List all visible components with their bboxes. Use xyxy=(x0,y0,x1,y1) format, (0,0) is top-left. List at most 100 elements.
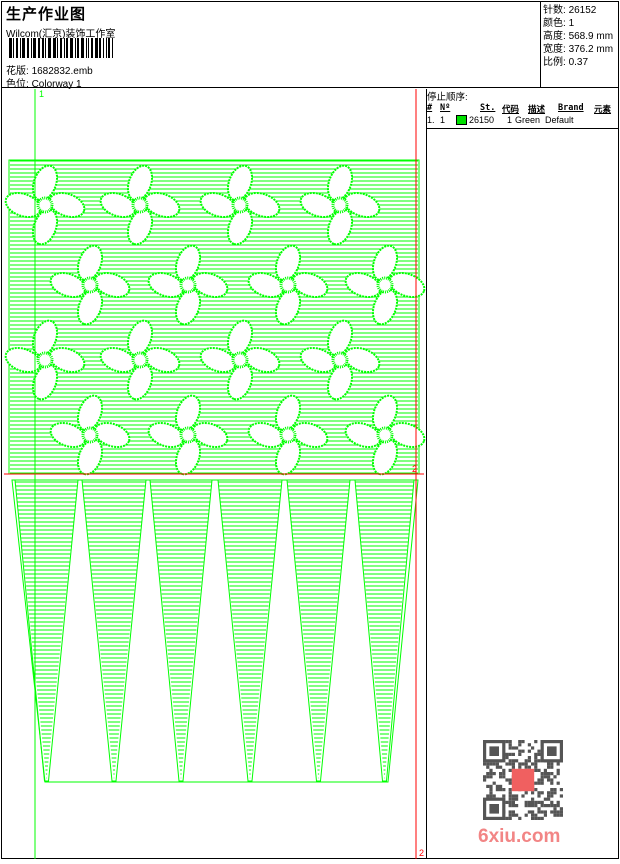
qr-module xyxy=(537,781,541,785)
col-index: # xyxy=(427,103,433,113)
stop-sequence-title: 停止顺序: xyxy=(427,92,468,103)
qr-module xyxy=(543,775,547,779)
qr-module xyxy=(489,791,493,795)
qr-module xyxy=(540,781,544,785)
qr-module xyxy=(534,813,538,817)
qr-module xyxy=(534,759,538,763)
stat-scale: 比例: 0.37 xyxy=(543,57,589,68)
stop-sequence-panel: 停止顺序: # Nº St. 代码 描述 Brand 元素 1. 1 26150… xyxy=(427,89,619,125)
qr-module xyxy=(511,797,515,801)
qr-module xyxy=(511,746,515,750)
qr-module xyxy=(511,765,515,769)
qr-module xyxy=(540,810,544,814)
stats-panel: 针数: 26152 颜色: 1 高度: 568.9 mm 宽度: 376.2 m… xyxy=(541,1,619,88)
flower-center xyxy=(376,276,394,294)
qr-module xyxy=(518,743,522,747)
barcode-bar xyxy=(70,38,73,58)
flower-center xyxy=(179,276,197,294)
qr-module xyxy=(553,788,557,792)
qr-module xyxy=(559,810,563,814)
qr-module xyxy=(534,788,538,792)
qr-module xyxy=(508,778,512,782)
qr-module xyxy=(550,804,554,808)
qr-module xyxy=(502,788,506,792)
stat-width: 宽度: 376.2 mm xyxy=(543,44,614,55)
triangle-stripes xyxy=(82,481,146,779)
qr-module xyxy=(543,768,547,772)
row-index: 1. xyxy=(427,115,435,125)
qr-module xyxy=(492,762,496,766)
qr-module xyxy=(556,813,560,817)
flower-center xyxy=(81,426,99,444)
qr-module xyxy=(553,775,557,779)
qr-module xyxy=(505,752,509,756)
qr-module xyxy=(518,749,522,753)
qr-module xyxy=(499,788,503,792)
row-brand: Default xyxy=(545,115,574,125)
qr-module xyxy=(547,772,551,776)
qr-module xyxy=(524,791,528,795)
barcode-bar xyxy=(42,38,44,58)
qr-module xyxy=(499,765,503,769)
qr-module xyxy=(502,768,506,772)
qr-module xyxy=(508,752,512,756)
col-element: 元素 xyxy=(594,105,612,115)
qr-module xyxy=(489,788,493,792)
qr-module xyxy=(537,816,541,820)
qr-module xyxy=(524,800,528,804)
flower-center xyxy=(179,426,197,444)
qr-module xyxy=(511,759,515,763)
qr-module xyxy=(508,791,512,795)
flower-center xyxy=(36,196,54,214)
barcode-bar xyxy=(33,38,36,58)
qr-module xyxy=(524,765,528,769)
qr-module xyxy=(505,800,509,804)
qr-module xyxy=(534,768,538,772)
qr-module xyxy=(531,810,535,814)
qr-module xyxy=(508,781,512,785)
qr-module xyxy=(508,800,512,804)
triangle-stripes xyxy=(150,481,212,779)
barcode-bar xyxy=(64,38,65,58)
border-outline xyxy=(11,479,419,783)
qr-module xyxy=(508,743,512,747)
barcode-bar xyxy=(95,38,98,58)
qr-module xyxy=(550,810,554,814)
flower-center xyxy=(81,276,99,294)
barcode-bar xyxy=(27,38,29,58)
qr-module xyxy=(531,797,535,801)
seal-stamp xyxy=(511,768,535,792)
qr-module xyxy=(502,775,506,779)
qr-module xyxy=(499,784,503,788)
qr-module xyxy=(502,772,506,776)
table-row[interactable]: 1. 1 26150 1 Green Default xyxy=(427,115,619,125)
barcode-bar xyxy=(38,38,40,58)
qr-module xyxy=(489,772,493,776)
qr-module xyxy=(547,775,551,779)
qr-module xyxy=(547,797,551,801)
start-marker: 1 xyxy=(39,89,44,99)
qr-module xyxy=(508,804,512,808)
qr-module xyxy=(531,762,535,766)
design-preview: 1 2 2 xyxy=(1,89,427,859)
qr-module xyxy=(537,807,541,811)
qr-module xyxy=(527,804,531,808)
qr-module xyxy=(489,775,493,779)
barcode-bar xyxy=(45,38,46,58)
col-no: Nº xyxy=(440,103,451,113)
qr-module xyxy=(508,797,512,801)
qr-module xyxy=(527,749,531,753)
qr-module xyxy=(531,791,535,795)
qr-module xyxy=(495,788,499,792)
barcode-bar xyxy=(57,38,58,58)
qr-module xyxy=(550,772,554,776)
qr-module xyxy=(537,800,541,804)
qr-module xyxy=(521,794,525,798)
qr-module xyxy=(486,772,490,776)
qr-module xyxy=(515,746,519,750)
qr-module xyxy=(489,762,493,766)
qr-module xyxy=(540,804,544,808)
qr-module xyxy=(537,759,541,763)
qr-module xyxy=(537,794,541,798)
qr-module xyxy=(559,794,563,798)
